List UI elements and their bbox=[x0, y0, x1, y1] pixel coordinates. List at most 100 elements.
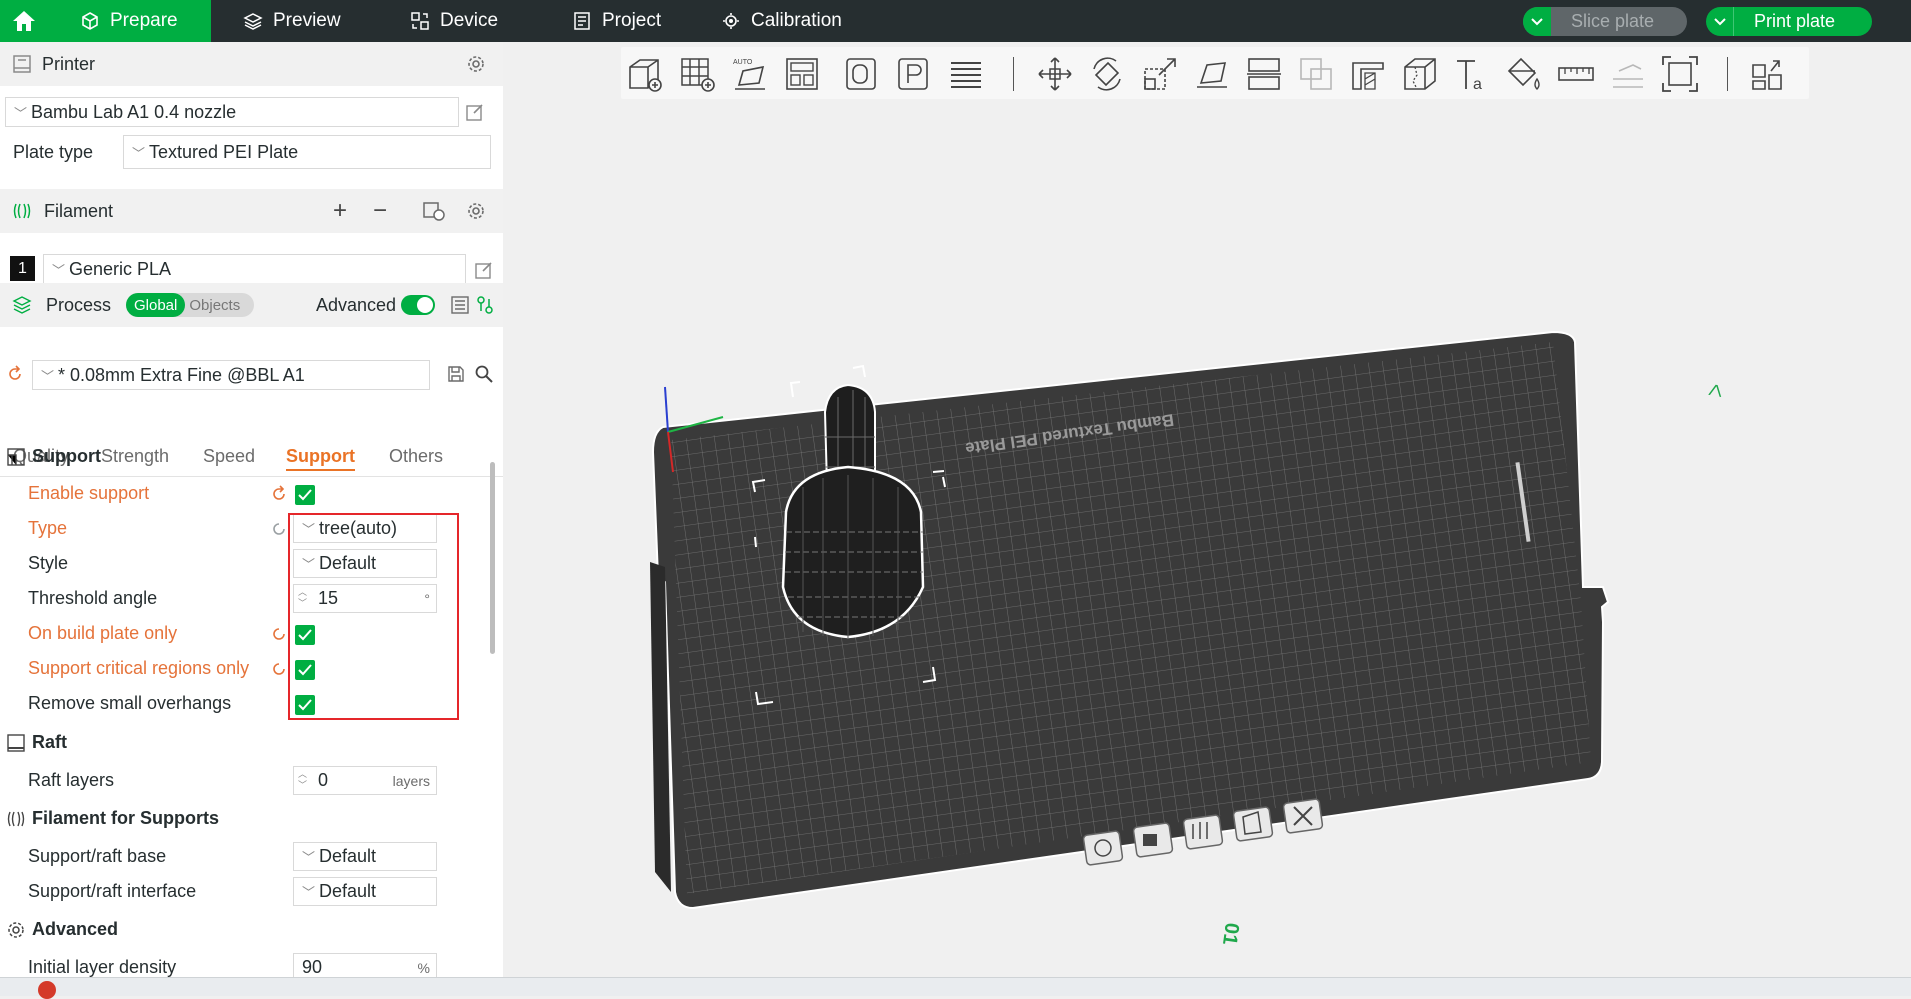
process-title: Process bbox=[46, 294, 112, 315]
advanced-group-title: Advanced bbox=[32, 919, 119, 939]
chevron-down-icon bbox=[1713, 17, 1726, 25]
plate-orient-button[interactable] bbox=[1232, 806, 1274, 842]
print-plate-button[interactable]: Print plate bbox=[1706, 7, 1872, 36]
gear-icon[interactable] bbox=[465, 200, 487, 222]
plate-arrange-button[interactable] bbox=[1182, 814, 1224, 850]
initial-layer-density-input[interactable]: 90 % bbox=[293, 953, 437, 977]
edit-filament-icon[interactable] bbox=[474, 260, 494, 280]
raft-layers-input[interactable]: ︿ ﹀ 0 layers bbox=[293, 766, 437, 795]
toggle-knob bbox=[417, 297, 433, 313]
support-group-title: Support bbox=[32, 446, 101, 466]
reset-icon[interactable] bbox=[270, 520, 288, 538]
raft-base-value: Default bbox=[319, 846, 377, 866]
project-icon bbox=[574, 12, 590, 30]
process-preset-value: * 0.08mm Extra Fine @BBL A1 bbox=[58, 364, 305, 385]
list-icon[interactable] bbox=[450, 295, 470, 315]
tab-preview[interactable]: Preview bbox=[243, 0, 341, 42]
scope-global[interactable]: Global bbox=[126, 293, 186, 317]
save-icon[interactable] bbox=[446, 364, 466, 384]
slice-plate-button[interactable]: Slice plate bbox=[1523, 7, 1687, 36]
top-bar: Prepare Preview Device Project Calibrati… bbox=[0, 0, 1911, 42]
filament-icon bbox=[7, 811, 25, 826]
plate-number-text: 01 bbox=[1218, 921, 1243, 946]
tab-device[interactable]: Device bbox=[410, 0, 498, 42]
tab-support[interactable]: Support bbox=[286, 446, 355, 471]
enable-support-label: Enable support bbox=[28, 483, 150, 503]
home-icon bbox=[13, 11, 35, 31]
style-label: Style bbox=[28, 553, 69, 573]
process-icon bbox=[12, 296, 32, 314]
add-filament-button[interactable]: + bbox=[333, 197, 347, 225]
taskbar-app-icon[interactable] bbox=[38, 981, 56, 999]
threshold-angle-label: Threshold angle bbox=[28, 588, 158, 608]
tab-prepare[interactable]: Prepare bbox=[48, 0, 211, 42]
raft-interface-select[interactable]: ﹀ Default bbox=[293, 877, 437, 906]
type-label: Type bbox=[28, 518, 68, 538]
slice-dropdown[interactable] bbox=[1523, 7, 1551, 36]
printer-title: Printer bbox=[42, 53, 96, 74]
highlight-box bbox=[288, 513, 459, 720]
reset-icon[interactable] bbox=[270, 625, 288, 643]
initial-layer-density-value: 90 bbox=[302, 957, 323, 977]
tabs-divider bbox=[0, 476, 503, 477]
support-group-header: Support bbox=[6, 446, 101, 467]
3d-viewport[interactable]: AUTO a Bambu Textured PEI Plate 01 ᐳ bbox=[503, 42, 1911, 977]
raft-interface-label: Support/raft interface bbox=[28, 881, 197, 901]
build-plate-only-label: On build plate only bbox=[28, 623, 178, 643]
process-preset-select[interactable]: ﹀ * 0.08mm Extra Fine @BBL A1 bbox=[32, 360, 430, 390]
support-group-icon bbox=[7, 447, 25, 466]
remove-filament-button[interactable]: − bbox=[373, 197, 387, 225]
gear-icon bbox=[8, 921, 24, 938]
system-taskbar bbox=[0, 977, 1911, 999]
reset-icon[interactable] bbox=[270, 660, 288, 678]
filament-select[interactable]: ﹀ Generic PLA bbox=[43, 254, 466, 284]
chevron-down-icon: ﹀ bbox=[41, 368, 55, 384]
filament-section-header: Filament + − bbox=[0, 189, 503, 233]
printer-section-header: Printer bbox=[0, 42, 503, 86]
settings-scrollbar[interactable] bbox=[490, 462, 495, 654]
scope-objects[interactable]: Objects bbox=[185, 297, 244, 314]
spin-arrows[interactable]: ︿ ﹀ bbox=[298, 769, 307, 791]
compare-icon[interactable] bbox=[476, 295, 494, 315]
enable-support-checkbox[interactable] bbox=[295, 485, 315, 505]
initial-layer-density-label: Initial layer density bbox=[28, 957, 177, 977]
tab-calibration[interactable]: Calibration bbox=[721, 0, 842, 42]
tab-project[interactable]: Project bbox=[572, 0, 661, 42]
slice-plate-label: Slice plate bbox=[1571, 11, 1655, 31]
tab-strength[interactable]: Strength bbox=[101, 446, 169, 467]
chevron-down-icon: ﹀ bbox=[132, 145, 146, 161]
raft-icon bbox=[7, 733, 25, 752]
printer-select[interactable]: ﹀ Bambu Lab A1 0.4 nozzle bbox=[5, 97, 459, 127]
layers-icon bbox=[243, 13, 263, 30]
printer-select-value: Bambu Lab A1 0.4 nozzle bbox=[31, 101, 237, 122]
tab-project-label: Project bbox=[602, 10, 662, 31]
camera-view-button[interactable] bbox=[1082, 830, 1124, 866]
chevron-down-icon: ﹀ bbox=[52, 262, 66, 278]
raft-layers-label: Raft layers bbox=[28, 770, 115, 790]
raft-group-title: Raft bbox=[32, 732, 67, 752]
device-icon bbox=[411, 12, 429, 30]
raft-base-select[interactable]: ﹀ Default bbox=[293, 842, 437, 871]
raft-interface-value: Default bbox=[319, 881, 377, 901]
reset-icon[interactable] bbox=[270, 485, 288, 503]
remove-small-overhangs-label: Remove small overhangs bbox=[28, 693, 232, 713]
edit-printer-icon[interactable] bbox=[465, 102, 485, 122]
filament-slot-badge: 1 bbox=[10, 256, 35, 281]
filament-sync-icon[interactable] bbox=[422, 200, 446, 222]
tab-speed[interactable]: Speed bbox=[203, 446, 255, 467]
critical-regions-label: Support critical regions only bbox=[28, 658, 250, 678]
search-icon[interactable] bbox=[474, 364, 494, 384]
calibration-icon bbox=[723, 13, 739, 29]
tab-prepare-label: Prepare bbox=[110, 10, 178, 31]
home-button[interactable] bbox=[0, 0, 48, 42]
print-dropdown[interactable] bbox=[1706, 7, 1734, 36]
check-icon bbox=[298, 489, 312, 501]
plate-type-select[interactable]: ﹀ Textured PEI Plate bbox=[123, 135, 491, 169]
chevron-down-icon: ﹀ bbox=[302, 850, 316, 865]
tab-others[interactable]: Others bbox=[389, 446, 443, 467]
tab-device-label: Device bbox=[440, 10, 499, 31]
reset-preset-icon[interactable] bbox=[6, 365, 24, 383]
gear-icon[interactable] bbox=[465, 53, 487, 75]
scope-toggle[interactable]: Global Objects bbox=[126, 293, 254, 317]
advanced-toggle[interactable] bbox=[401, 295, 435, 315]
